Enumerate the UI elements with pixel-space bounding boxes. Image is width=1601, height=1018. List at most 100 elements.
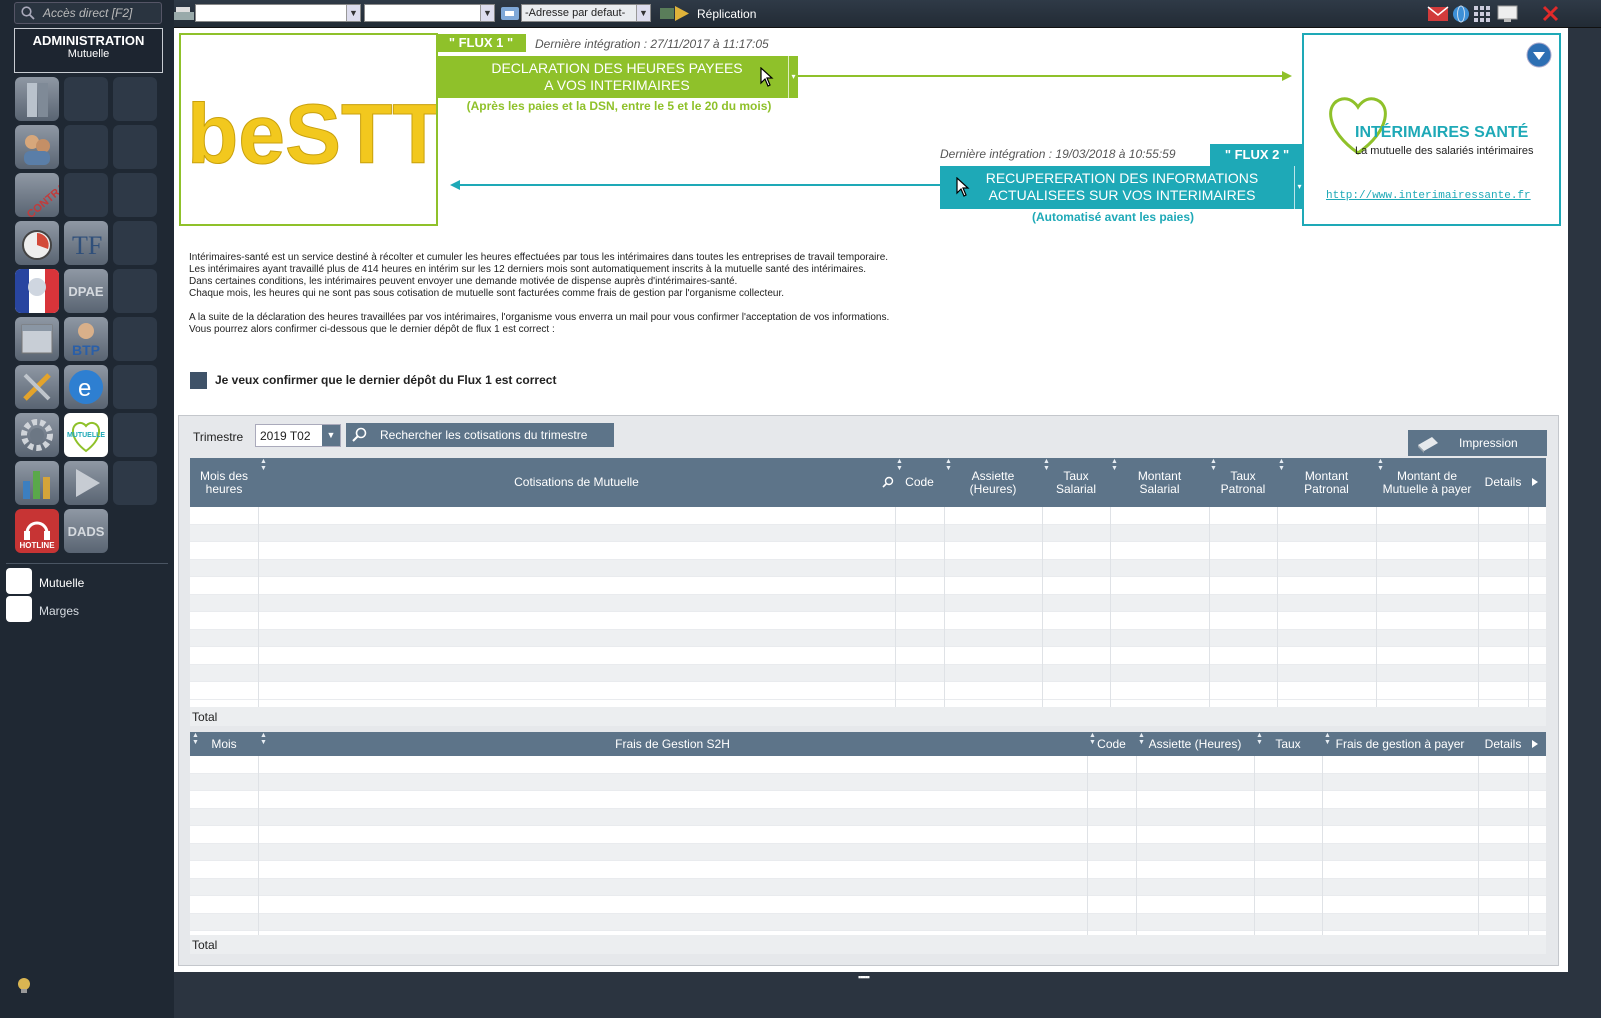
column-header-taux[interactable]: Taux	[1254, 732, 1322, 756]
table-row[interactable]	[190, 647, 1546, 665]
tile-e-service[interactable]: e	[64, 365, 108, 409]
chevron-down-icon[interactable]: ▼	[480, 5, 494, 21]
column-header-mois[interactable]: Mois	[190, 732, 258, 756]
sidebar-item-mutuelle[interactable]: Mutuelle	[6, 568, 166, 594]
column-header-frais-gestion[interactable]: Frais de Gestion S2H	[258, 732, 1087, 756]
sort-icon[interactable]: ▲ ▼	[1111, 458, 1118, 472]
tile-settings[interactable]	[15, 413, 59, 457]
tile-marianne[interactable]	[15, 269, 59, 313]
trimestre-select[interactable]: 2019 T02 ▼	[255, 424, 341, 447]
table-row[interactable]	[190, 524, 1546, 542]
chevron-down-icon[interactable]: ▼	[346, 5, 360, 21]
tile-mutuelle[interactable]: MUTUELLE	[64, 413, 108, 457]
sort-icon[interactable]: ▲ ▼	[1377, 458, 1384, 472]
is-website-link[interactable]: http://www.interimairessante.fr	[1326, 190, 1531, 202]
table-row[interactable]	[190, 577, 1546, 595]
tile-tools[interactable]	[15, 365, 59, 409]
tile-contrat[interactable]: CONTRAT	[15, 173, 59, 217]
table-row[interactable]	[190, 664, 1546, 682]
column-header-taux-salarial[interactable]: Taux Salarial	[1042, 458, 1110, 507]
column-header-cotisations[interactable]: Cotisations de Mutuelle	[258, 458, 895, 507]
table-row[interactable]	[190, 756, 1546, 774]
context-select[interactable]: ▼	[195, 4, 361, 22]
chevron-down-icon[interactable]: ▼	[322, 425, 340, 446]
mail-icon[interactable]	[1427, 6, 1449, 22]
sort-icon[interactable]: ▲ ▼	[1138, 732, 1145, 746]
checkbox-box[interactable]	[190, 372, 207, 389]
column-header-montant-patronal[interactable]: Montant Patronal	[1277, 458, 1376, 507]
tile-hotline[interactable]: HOTLINE	[15, 509, 59, 553]
table-row[interactable]	[190, 861, 1546, 879]
column-header-assiette[interactable]: Assiette (Heures)	[944, 458, 1042, 507]
secondary-select[interactable]: ▼	[364, 4, 495, 22]
flux1-declaration-button[interactable]: DECLARATION DES HEURES PAYEES A VOS INTE…	[436, 56, 798, 98]
table-row[interactable]	[190, 682, 1546, 700]
table-row[interactable]	[190, 542, 1546, 560]
apps-grid-icon[interactable]	[1474, 6, 1491, 22]
table-row[interactable]	[190, 896, 1546, 914]
admin-context-box[interactable]: ADMINISTRATION Mutuelle	[14, 28, 163, 73]
tile-btp[interactable]: BTP	[64, 317, 108, 361]
tile-users[interactable]	[15, 125, 59, 169]
table-row[interactable]	[190, 612, 1546, 630]
tile-dpae[interactable]: DPAE	[64, 269, 108, 313]
address-select[interactable]: -Adresse par defaut- ▼	[521, 4, 651, 22]
sort-icon[interactable]: ▲ ▼	[260, 732, 267, 746]
sort-icon[interactable]: ▲ ▼	[1089, 732, 1096, 746]
search-cotisations-button[interactable]: Rechercher les cotisations du trimestre	[346, 423, 614, 447]
expand-down-icon[interactable]	[1526, 42, 1552, 68]
print-button[interactable]: Impression	[1408, 430, 1547, 456]
table-row[interactable]	[190, 808, 1546, 826]
chevron-down-icon[interactable]: ▼	[636, 5, 650, 21]
table-row[interactable]	[190, 843, 1546, 861]
flux2-recuperation-button[interactable]: RECUPERERATION DES INFORMATIONS ACTUALIS…	[940, 166, 1304, 209]
table-row[interactable]	[190, 507, 1546, 525]
sort-icon[interactable]: ▲ ▼	[1256, 732, 1263, 746]
sort-icon[interactable]: ▲ ▼	[1210, 458, 1217, 472]
table-row[interactable]	[190, 913, 1546, 931]
tile-dads[interactable]: DADS	[64, 509, 108, 553]
column-header-mois-heures[interactable]: Mois des heures	[190, 458, 258, 507]
tile-calendar[interactable]	[15, 317, 59, 361]
column-header-details[interactable]: Details	[1478, 458, 1528, 507]
tile-stats[interactable]	[15, 461, 59, 505]
tile-sn[interactable]	[64, 461, 108, 505]
search-input[interactable]: Accès direct [F2]	[14, 2, 162, 24]
chevron-down-icon[interactable]: ▾	[788, 56, 798, 98]
sort-icon[interactable]: ▲ ▼	[945, 458, 952, 472]
table-row[interactable]	[190, 629, 1546, 647]
tile-tf[interactable]: TF	[64, 221, 108, 265]
scroll-right-icon[interactable]	[1532, 740, 1538, 748]
replication-icon[interactable]	[659, 4, 691, 23]
column-header-frais-a-payer[interactable]: Frais de gestion à payer	[1322, 732, 1478, 756]
sort-icon[interactable]: ▲ ▼	[260, 458, 267, 472]
column-header-assiette[interactable]: Assiette (Heures)	[1136, 732, 1254, 756]
scroll-right-icon[interactable]	[1532, 478, 1538, 486]
printer-icon[interactable]	[173, 5, 195, 22]
filter-search-icon[interactable]	[882, 476, 894, 488]
resize-handle[interactable]: ▪▪▪▪▪	[858, 972, 870, 982]
sort-icon[interactable]: ▲ ▼	[1324, 732, 1331, 746]
sidebar-item-marges[interactable]: Marges	[6, 596, 166, 622]
column-header-taux-patronal[interactable]: Taux Patronal	[1209, 458, 1277, 507]
sort-icon[interactable]: ▲ ▼	[896, 458, 903, 472]
sort-icon[interactable]: ▲ ▼	[1278, 458, 1285, 472]
table-row[interactable]	[190, 878, 1546, 896]
sort-icon[interactable]: ▲ ▼	[1043, 458, 1050, 472]
close-icon[interactable]	[1542, 5, 1559, 22]
monitor-icon[interactable]	[1497, 5, 1518, 23]
column-header-montant-mutuelle[interactable]: Montant de Mutuelle à payer	[1376, 458, 1478, 507]
replication-button[interactable]: Réplication	[697, 7, 756, 21]
confirm-flux1-checkbox[interactable]: Je veux confirmer que le dernier dépôt d…	[190, 372, 556, 389]
column-header-details[interactable]: Details	[1478, 732, 1528, 756]
table-row[interactable]	[190, 791, 1546, 809]
table-row[interactable]	[190, 594, 1546, 612]
status-bulb-icon[interactable]	[16, 976, 32, 994]
sort-icon[interactable]: ▲ ▼	[192, 732, 199, 746]
table-row[interactable]	[190, 826, 1546, 844]
tile-doors[interactable]	[15, 77, 59, 121]
table-row[interactable]	[190, 559, 1546, 577]
globe-icon[interactable]	[1452, 5, 1470, 23]
tile-stopwatch[interactable]	[15, 221, 59, 265]
column-header-montant-salarial[interactable]: Montant Salarial	[1110, 458, 1209, 507]
